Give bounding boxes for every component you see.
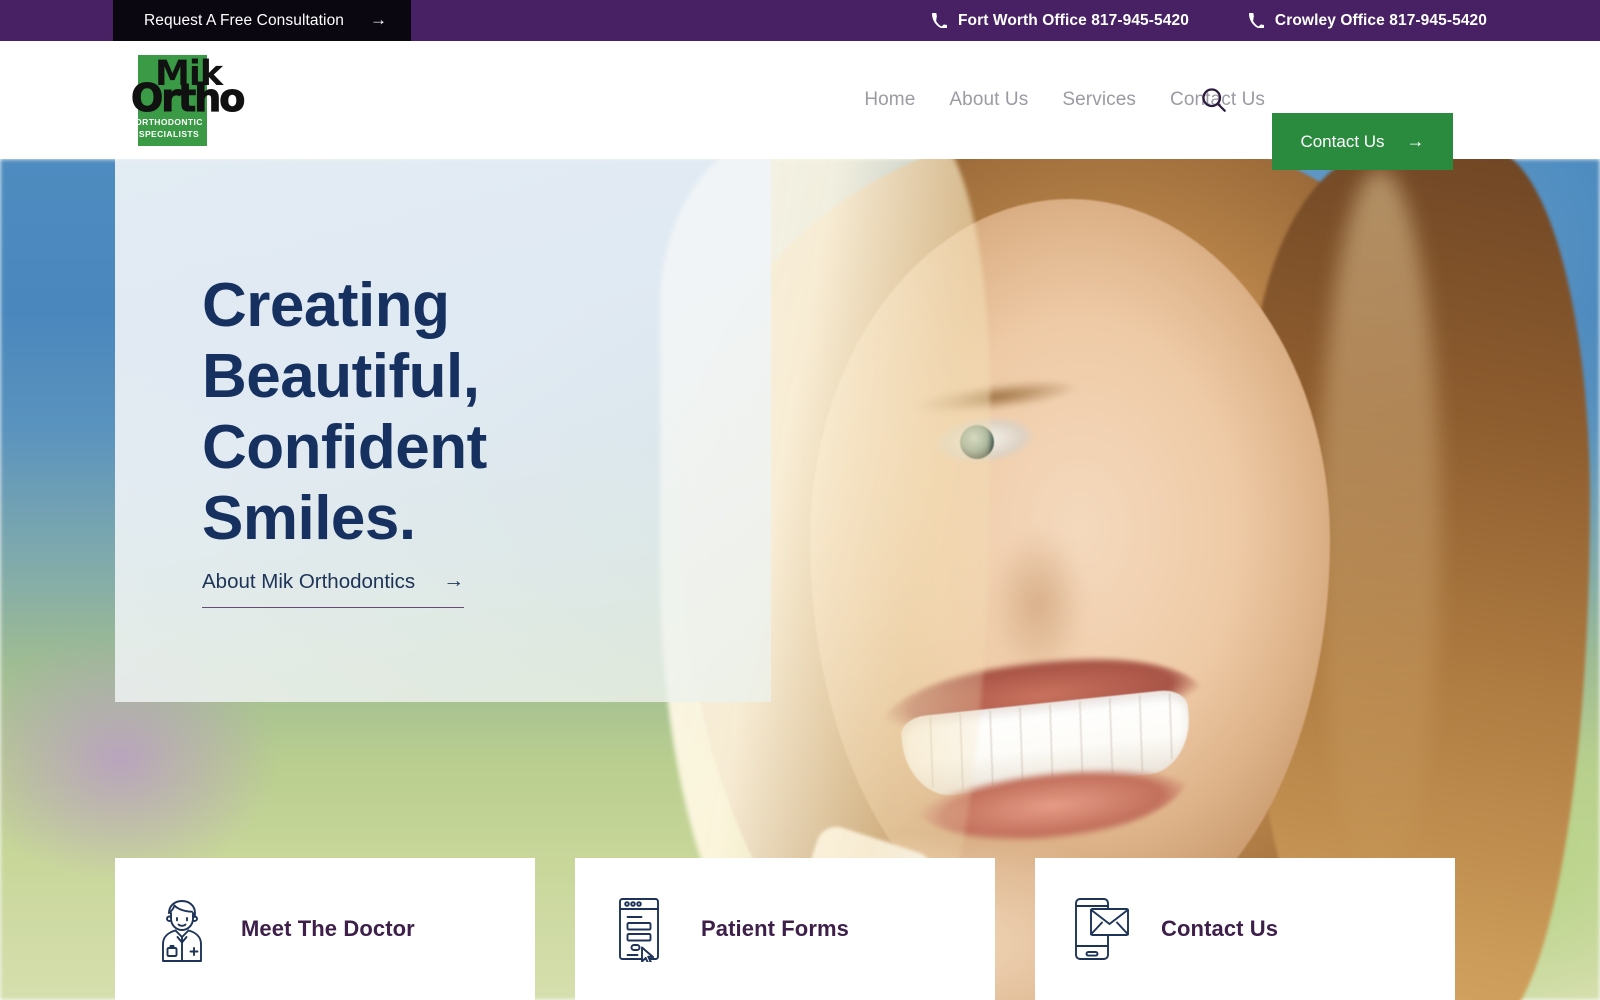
doctor-icon: [153, 892, 211, 966]
logo-subtitle-line2: SPECIALISTS: [138, 129, 200, 139]
card-title: Meet The Doctor: [241, 916, 415, 941]
office-phone-label: Crowley Office 817-945-5420: [1274, 11, 1487, 29]
request-consultation-label: Request A Free Consultation: [144, 11, 345, 29]
quick-links-card-row: Meet The Doctor Patient Forms Contact Us: [115, 858, 1455, 1000]
site-logo[interactable]: Mik Ortho ORTHODONTIC SPECIALISTS: [130, 51, 246, 149]
logo-subtitle-line1: ORTHODONTIC: [135, 117, 203, 127]
header-contact-us-button[interactable]: Contact Us →: [1272, 113, 1453, 170]
office-phone-crowley[interactable]: Crowley Office 817-945-5420: [1248, 11, 1487, 30]
top-utility-bar: Request A Free Consultation → Fort Worth…: [0, 0, 1600, 41]
site-header: Mik Ortho ORTHODONTIC SPECIALISTS Home A…: [0, 41, 1600, 170]
office-phone-label: Fort Worth Office 817-945-5420: [957, 11, 1189, 29]
hero-about-link-label: About Mik Orthodontics: [202, 570, 416, 593]
nav-item-home[interactable]: Home: [864, 89, 915, 111]
office-phone-fort-worth[interactable]: Fort Worth Office 817-945-5420: [931, 11, 1189, 30]
contact-icon: [1073, 892, 1131, 966]
arrow-right-icon: →: [443, 568, 465, 592]
search-icon: [1202, 88, 1226, 112]
hero-heading: Creating Beautiful, Confident Smiles.: [202, 271, 487, 553]
nav-item-services[interactable]: Services: [1062, 89, 1136, 111]
hero-text-panel: Creating Beautiful, Confident Smiles. Ab…: [115, 159, 771, 702]
card-title: Contact Us: [1161, 916, 1279, 941]
search-button[interactable]: [1199, 41, 1229, 159]
card-patient-forms[interactable]: Patient Forms: [575, 858, 995, 1000]
header-cta-label: Contact Us: [1300, 131, 1385, 151]
card-meet-the-doctor[interactable]: Meet The Doctor: [115, 858, 535, 1000]
form-icon: [613, 892, 671, 966]
page-root: Request A Free Consultation → Fort Worth…: [0, 0, 1600, 1000]
card-contact-us[interactable]: Contact Us: [1035, 858, 1455, 1000]
arrow-right-icon: →: [1406, 130, 1425, 151]
phone-icon: [1248, 13, 1264, 28]
card-title: Patient Forms: [701, 916, 849, 941]
request-consultation-button[interactable]: Request A Free Consultation →: [113, 0, 412, 41]
nav-item-about-us[interactable]: About Us: [949, 89, 1028, 111]
hero-section: Creating Beautiful, Confident Smiles. Ab…: [0, 159, 1600, 1000]
hero-about-link[interactable]: About Mik Orthodontics →: [202, 568, 465, 608]
phone-icon: [931, 13, 947, 28]
arrow-right-icon: →: [370, 10, 388, 29]
office-phone-list: Fort Worth Office 817-945-5420 Crowley O…: [931, 0, 1487, 41]
logo-text-ortho: Ortho: [130, 76, 245, 120]
